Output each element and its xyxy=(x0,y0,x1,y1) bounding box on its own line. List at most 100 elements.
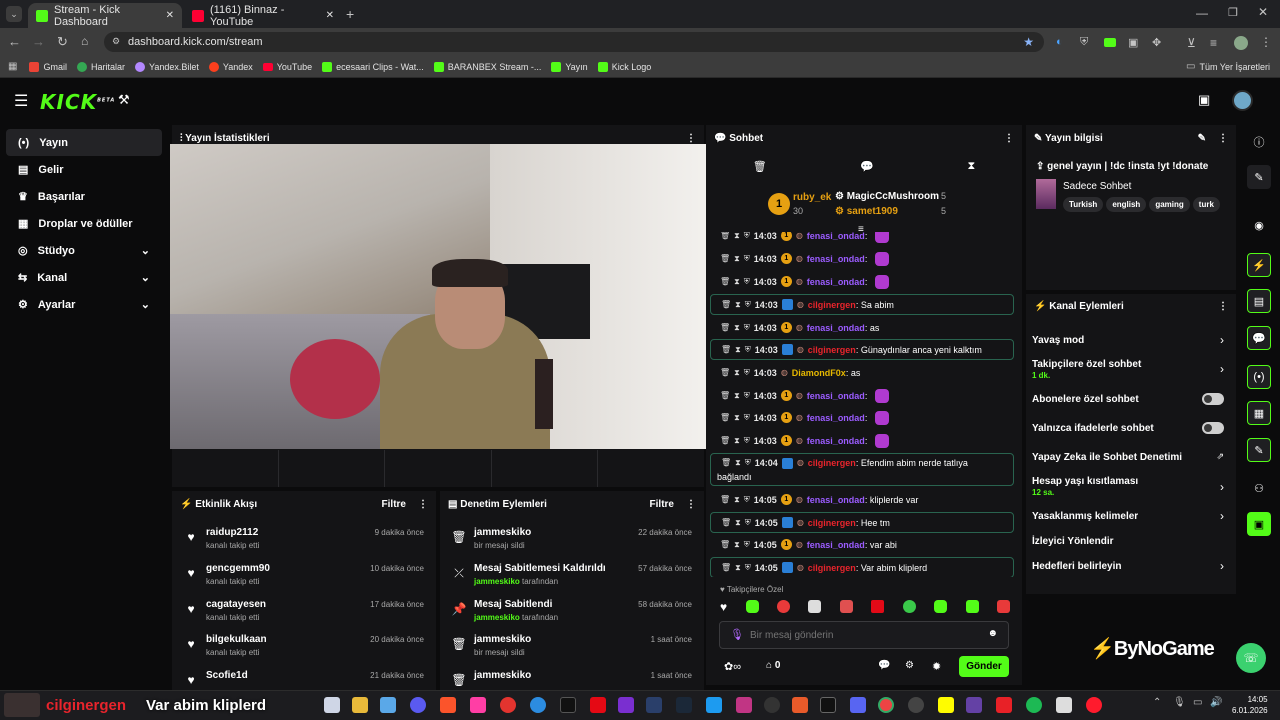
trash-icon[interactable]: 🗑 xyxy=(720,391,730,400)
more-options-icon[interactable]: ⋮ xyxy=(418,499,428,510)
nav-yayin[interactable]: (•) Yayın xyxy=(6,129,162,156)
more-options-icon[interactable]: ⋮ xyxy=(686,499,696,510)
event-user[interactable]: gencgemm90 xyxy=(206,563,270,574)
maximize-icon[interactable]: ❐ xyxy=(1228,6,1238,19)
chevron-right-icon[interactable]: › xyxy=(1220,362,1224,376)
app-icon[interactable] xyxy=(966,697,982,713)
new-tab-icon[interactable]: + xyxy=(346,6,354,22)
app-icon[interactable] xyxy=(618,697,634,713)
tab-youtube[interactable]: (1161) Binnaz - YouTube ✕ xyxy=(184,3,342,28)
nav-basarilar[interactable]: ♛ Başarılar xyxy=(6,183,162,210)
external-link-icon[interactable]: ⇗ xyxy=(1216,451,1224,462)
message-username[interactable]: cilginergen xyxy=(808,518,856,528)
category-thumbnail[interactable] xyxy=(1036,179,1056,209)
heart-emote-icon[interactable]: ♥ xyxy=(720,600,727,616)
message-username[interactable]: fenasi_ondad xyxy=(807,323,865,333)
bookmark-ecesaari[interactable]: ecesaari Clips - Wat... xyxy=(322,61,424,72)
chat-message-input[interactable] xyxy=(750,626,980,644)
action-raid[interactable]: İzleyici Yönlendir xyxy=(1032,536,1222,547)
app-icon[interactable] xyxy=(908,697,924,713)
game-icon[interactable]: ▣ xyxy=(1247,512,1271,536)
top-user-name[interactable]: samet1909 xyxy=(847,206,898,217)
emote-icon[interactable] xyxy=(965,600,979,613)
file-explorer-icon[interactable] xyxy=(352,697,368,713)
document-icon[interactable]: ▤ xyxy=(1247,289,1271,313)
trash-icon[interactable]: 🗑 xyxy=(720,495,730,504)
edit-icon[interactable]: ✎ xyxy=(1198,133,1206,144)
message-username[interactable]: fenasi_ondad xyxy=(807,232,865,241)
all-bookmarks[interactable]: ▭ Tüm Yer İşaretleri xyxy=(1186,61,1270,72)
puzzle-icon[interactable]: ✥ xyxy=(1152,36,1161,49)
tab-search-icon[interactable]: ⌄ xyxy=(6,6,22,22)
bookmark-maps[interactable]: Haritalar xyxy=(76,61,125,72)
gift-counter[interactable]: ⌂ 0 xyxy=(766,660,780,671)
moderator-name[interactable]: jammeskiko xyxy=(474,613,520,622)
instagram-icon[interactable] xyxy=(736,697,752,713)
app-icon[interactable] xyxy=(764,697,780,713)
profile-avatar[interactable] xyxy=(1234,36,1248,50)
hourglass-icon[interactable]: ⧗ xyxy=(735,458,741,468)
menu-dots-icon[interactable]: ⋮ xyxy=(1260,35,1272,49)
tag[interactable]: turk xyxy=(1192,197,1220,212)
trash-icon[interactable]: 🗑 xyxy=(720,540,730,549)
extension-icon[interactable]: ◐ xyxy=(1056,36,1063,48)
trash-icon[interactable]: 🗑 xyxy=(721,563,731,572)
trash-icon[interactable]: 🗑 xyxy=(720,232,730,240)
emote-icon[interactable] xyxy=(745,600,759,613)
broadcast-icon[interactable]: (•) xyxy=(1247,365,1271,389)
send-button[interactable]: Gönder xyxy=(959,656,1009,677)
bookmark-youtube[interactable]: YouTube xyxy=(262,62,312,72)
bookmark-kick-logo[interactable]: Kick Logo xyxy=(597,61,651,72)
kick-extension-icon[interactable] xyxy=(1104,38,1116,47)
trash-icon[interactable]: 🗑 xyxy=(721,518,731,527)
pencil-icon[interactable]: ✎ xyxy=(1247,165,1271,189)
chevron-right-icon[interactable]: › xyxy=(1220,509,1224,523)
action-banned-words[interactable]: Yasaklanmış kelimeler xyxy=(1032,511,1222,522)
app-icon[interactable] xyxy=(996,697,1012,713)
forward-icon[interactable]: → xyxy=(32,34,45,49)
close-window-icon[interactable]: ✕ xyxy=(1258,5,1268,19)
app-icon[interactable] xyxy=(646,697,662,713)
trash-icon[interactable]: 🗑 xyxy=(753,160,767,173)
stream-preview[interactable] xyxy=(170,144,710,449)
action-slow-mode[interactable]: Yavaş mod xyxy=(1032,335,1222,346)
copilot-icon[interactable] xyxy=(380,697,396,713)
layers-icon[interactable]: ▦ xyxy=(1247,401,1271,425)
tiktok-icon[interactable] xyxy=(560,697,576,713)
brave-icon[interactable] xyxy=(440,697,456,713)
action-goals[interactable]: Hedefleri belirleyin xyxy=(1032,561,1222,572)
hammer-icon[interactable]: ⚒ xyxy=(118,92,130,108)
trash-icon[interactable]: 🗑 xyxy=(721,345,731,354)
trash-icon[interactable]: 🗑 xyxy=(721,300,731,309)
hourglass-icon[interactable]: ⧗ xyxy=(735,300,741,310)
action-ai-moderation[interactable]: Yapay Zeka ile Sohbet Denetimi xyxy=(1032,452,1222,463)
hamburger-menu-icon[interactable]: ☰ xyxy=(14,91,28,111)
emote-icon[interactable] xyxy=(776,600,790,613)
action-followers-only[interactable]: Takipçilere özel sohbet xyxy=(1032,359,1222,370)
hourglass-icon[interactable]: ⧗ xyxy=(734,232,740,241)
hourglass-icon[interactable]: ⧗ xyxy=(734,277,740,287)
trash-icon[interactable]: 🗑 xyxy=(721,458,731,467)
subscribers-only-toggle[interactable] xyxy=(1202,393,1224,405)
broadcast-icon[interactable]: ▣ xyxy=(1198,92,1210,108)
trash-icon[interactable]: 🗑 xyxy=(720,413,730,422)
nav-studyo[interactable]: ◎ Stüdyo ⌄ xyxy=(6,237,162,264)
edge-icon[interactable] xyxy=(530,697,546,713)
emoji-icon[interactable]: ☻ xyxy=(987,628,998,639)
hourglass-icon[interactable]: ⧗ xyxy=(734,323,740,333)
chevron-right-icon[interactable]: › xyxy=(1220,480,1224,494)
tag[interactable]: Turkish xyxy=(1063,197,1104,212)
emote-icon[interactable] xyxy=(839,600,853,613)
hourglass-icon[interactable]: ⧗ xyxy=(734,413,740,423)
task-view-icon[interactable] xyxy=(324,697,340,713)
user-avatar[interactable] xyxy=(1232,90,1253,111)
minimize-icon[interactable]: — xyxy=(1196,6,1208,20)
app-icon[interactable] xyxy=(1056,697,1072,713)
emote-picker-icon[interactable]: ✹ xyxy=(932,660,941,673)
more-options-icon[interactable]: ⋮ xyxy=(1218,301,1228,312)
emote-icon[interactable] xyxy=(934,600,948,613)
message-username[interactable]: fenasi_ondad xyxy=(807,413,865,423)
chrome-icon[interactable] xyxy=(878,697,894,713)
emotes-only-toggle[interactable] xyxy=(1202,422,1224,434)
message-username[interactable]: fenasi_ondad xyxy=(807,495,865,505)
